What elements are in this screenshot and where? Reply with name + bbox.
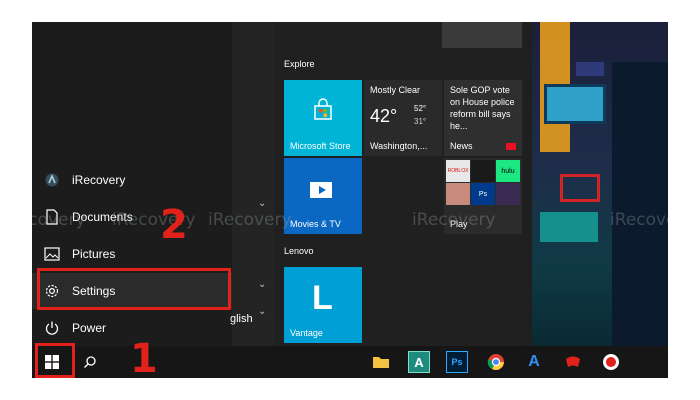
photoshop-icon[interactable]: Ps [446, 351, 468, 373]
mini-tile-purple[interactable] [496, 183, 520, 205]
weather-high: 52° [414, 104, 427, 113]
watermark: iRecovery [208, 210, 292, 230]
rail-item-irecovery[interactable]: iRecovery [32, 162, 232, 198]
tile-news[interactable]: Sole GOP vote on House police reform bil… [444, 80, 522, 156]
photoshop-mini-tile[interactable]: Ps [471, 183, 495, 205]
highlight-settings-box [37, 268, 231, 310]
step-number-2: 2 [160, 202, 188, 248]
roblox-mini-tile[interactable]: ROBLOX [446, 160, 470, 182]
irecovery-app-icon [32, 172, 72, 188]
tile-weather[interactable]: Mostly Clear 42° 52° 31° Washington,... [364, 80, 442, 156]
wallpaper-glow [540, 212, 598, 242]
hulu-mini-tile[interactable]: hulu [496, 160, 520, 182]
taskbar: A Ps A [32, 346, 668, 378]
tile-vantage[interactable]: L Vantage [284, 267, 362, 343]
rail-item-label: Power [72, 321, 107, 335]
group-title-explore: Explore [284, 59, 315, 69]
weather-location: Washington,... [370, 141, 428, 151]
record-icon[interactable] [600, 351, 622, 373]
tiles-area: Explore Microsoft Store Mostly Clear 42°… [274, 22, 524, 346]
wallpaper-neon [560, 174, 600, 202]
tile-microsoft-store[interactable]: Microsoft Store [284, 80, 362, 156]
film-icon [308, 178, 338, 204]
rail-item-label: iRecovery [72, 173, 126, 187]
news-icon [506, 143, 516, 150]
wallpaper-lamp [576, 62, 604, 76]
power-icon [32, 320, 72, 336]
vantage-logo-icon: L [312, 279, 333, 317]
rail-item-pictures[interactable]: Pictures [32, 236, 232, 272]
tile-label: Vantage [290, 328, 323, 338]
chevron-down-icon[interactable]: ⌄ [258, 279, 266, 290]
chrome-icon[interactable] [485, 351, 507, 373]
wallpaper-tower [612, 62, 668, 346]
highlight-start-box [35, 343, 75, 378]
tile-label: Movies & TV [290, 219, 341, 229]
app-a2-icon[interactable]: A [523, 351, 545, 373]
chevron-down-icon[interactable]: ⌄ [258, 198, 266, 209]
group-title-lenovo: Lenovo [284, 246, 314, 256]
app-list-partial-label: glish [230, 313, 253, 325]
tile-movies-tv[interactable]: Movies & TV [284, 158, 362, 234]
game-icon[interactable] [562, 351, 584, 373]
rail-item-label: Pictures [72, 247, 116, 261]
step-number-1: 1 [130, 336, 158, 378]
watermark: iRecovery [610, 210, 668, 230]
file-explorer-icon[interactable] [370, 351, 392, 373]
app-list[interactable]: ⌄ ⌄ ⌄ glish [230, 22, 274, 346]
desktop-wallpaper [532, 22, 668, 346]
tile-label: Microsoft Store [290, 141, 351, 151]
search-icon[interactable] [79, 351, 101, 373]
wallpaper-screen [544, 84, 606, 124]
news-headline: Sole GOP vote on House police reform bil… [450, 85, 515, 131]
windows-start-menu-screen: iRecovery Documents Pictures Settings Po… [32, 22, 668, 378]
watermark: iRecovery [412, 210, 496, 230]
chevron-down-icon[interactable]: ⌄ [258, 306, 266, 317]
tile-label: News [450, 141, 473, 151]
picture-icon [32, 247, 72, 261]
weather-condition: Mostly Clear [370, 85, 421, 95]
mini-tile-dark[interactable] [471, 160, 495, 182]
weather-temp: 42° [370, 106, 398, 126]
game-mini-tile[interactable] [446, 183, 470, 205]
weather-low: 31° [414, 117, 427, 126]
tile-partial-top[interactable] [442, 22, 522, 48]
app-a-icon[interactable]: A [408, 351, 430, 373]
shopping-bag-icon [311, 98, 335, 124]
watermark: iRecovery [32, 210, 86, 230]
